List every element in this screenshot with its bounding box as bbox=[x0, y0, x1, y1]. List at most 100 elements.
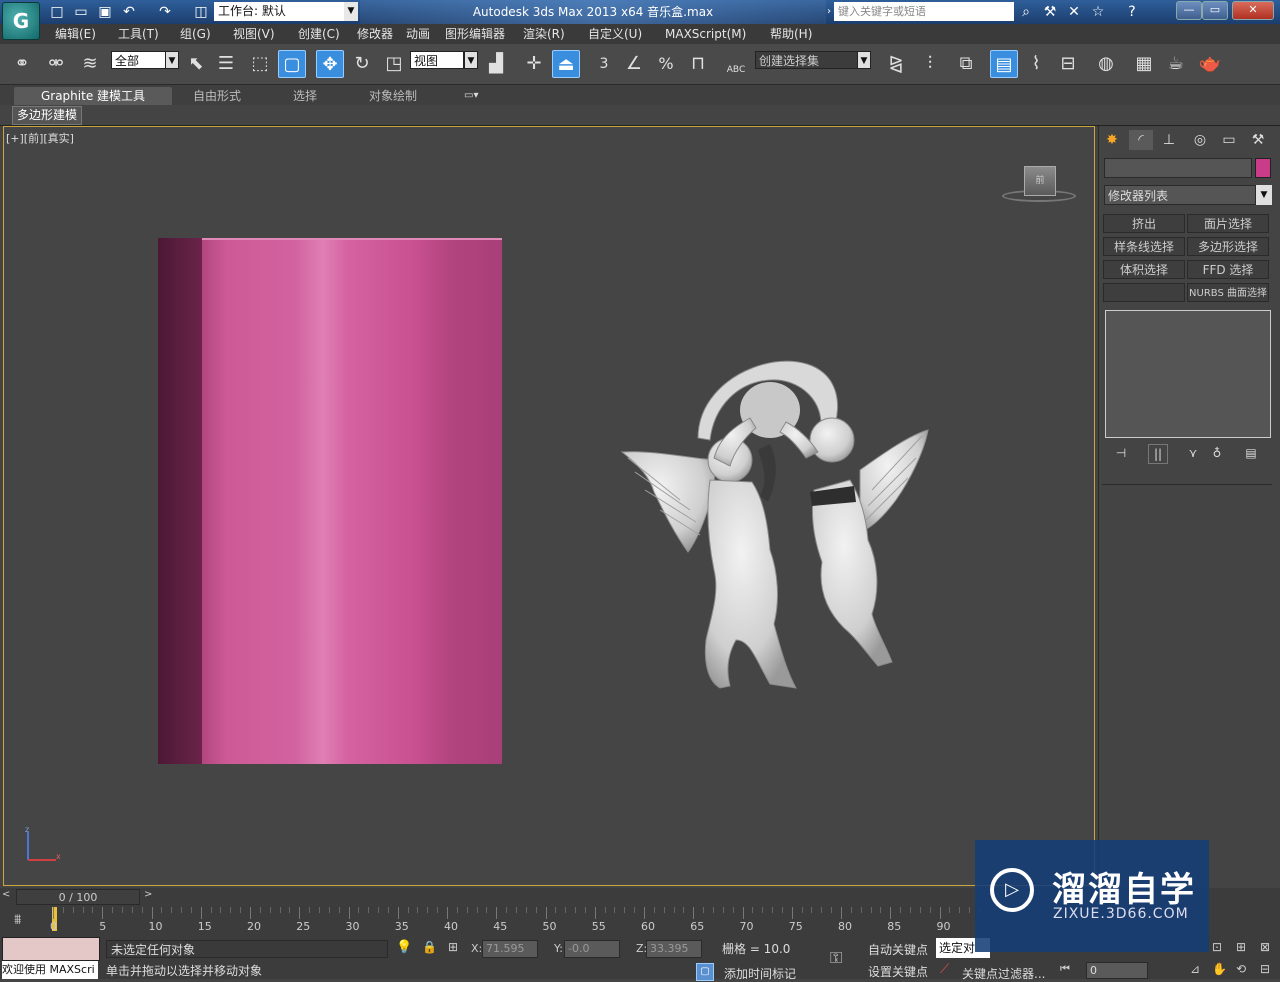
chevron-down-icon[interactable]: ▼ bbox=[165, 51, 179, 69]
menu-rendering[interactable]: 渲染(R) bbox=[523, 24, 565, 44]
poly-select-button[interactable]: 多边形选择 bbox=[1187, 237, 1269, 256]
key-icon[interactable]: ⚿ bbox=[830, 948, 842, 968]
chevron-right-icon[interactable]: > bbox=[144, 889, 152, 900]
menu-group[interactable]: 组(G) bbox=[180, 24, 211, 44]
remove-modifier-icon[interactable]: ♁ bbox=[1208, 444, 1226, 462]
z-coordinate-field[interactable]: 33.395 bbox=[646, 940, 702, 958]
exchange-icon[interactable]: ✕ bbox=[1064, 3, 1084, 21]
select-by-name-icon[interactable]: ☰ bbox=[212, 50, 240, 78]
keyboard-shortcut-override-icon[interactable]: ⏏ bbox=[552, 50, 580, 78]
menu-animation[interactable]: 动画 bbox=[406, 24, 430, 44]
help-icon[interactable]: ? bbox=[1122, 3, 1142, 21]
chevron-down-icon[interactable]: ▼ bbox=[464, 51, 478, 69]
viewport-label[interactable]: [+][前][真实] bbox=[6, 130, 74, 146]
ribbon-options-icon[interactable]: ▭▾ bbox=[464, 87, 478, 105]
spinner-snap-icon[interactable]: ⊓ bbox=[684, 50, 712, 78]
menu-help[interactable]: 帮助(H) bbox=[770, 24, 812, 44]
new-icon[interactable]: □ bbox=[48, 3, 66, 21]
add-time-tag[interactable]: 添加时间标记 bbox=[724, 965, 796, 982]
select-rotate-icon[interactable]: ↻ bbox=[348, 50, 376, 78]
menu-tools[interactable]: 工具(T) bbox=[118, 24, 159, 44]
tab-graphite-modeling[interactable]: Graphite 建模工具 bbox=[14, 87, 172, 105]
rendered-frame-icon[interactable]: ☕ bbox=[1162, 50, 1190, 78]
patch-select-button[interactable]: 面片选择 bbox=[1187, 214, 1269, 233]
reference-coordinate-dropdown[interactable]: 视图 bbox=[410, 51, 464, 69]
tab-object-paint[interactable]: 对象绘制 bbox=[369, 87, 417, 105]
chevron-down-icon[interactable]: ▼ bbox=[344, 2, 358, 21]
tab-freeform[interactable]: 自由形式 bbox=[193, 87, 241, 105]
hierarchy-tab-icon[interactable]: ⊥ bbox=[1157, 130, 1181, 150]
maximize-viewport-icon[interactable]: ⊠ bbox=[1260, 940, 1270, 954]
object-color-swatch[interactable] bbox=[1255, 158, 1271, 178]
selection-filter-dropdown[interactable]: 全部 bbox=[111, 51, 167, 69]
nurbs-surface-select-button[interactable]: NURBS 曲面选择 bbox=[1187, 283, 1269, 302]
manipulate-icon[interactable]: ✛ bbox=[520, 50, 548, 78]
binoculars-icon[interactable]: ⌕ bbox=[1016, 3, 1036, 21]
time-tag-icon[interactable]: ▢ bbox=[696, 963, 714, 981]
maximize-button[interactable]: ▭ bbox=[1202, 1, 1228, 20]
search-input[interactable]: 键入关键字或短语 bbox=[834, 2, 1014, 21]
make-unique-icon[interactable]: ⋎ bbox=[1184, 444, 1202, 462]
object-name-field[interactable] bbox=[1104, 158, 1252, 178]
lock-icon[interactable]: 🔒 bbox=[422, 940, 437, 954]
select-object-icon[interactable]: ⬉ bbox=[182, 50, 210, 78]
configure-sets-icon[interactable]: ▤ bbox=[1242, 444, 1260, 462]
pink-box-object[interactable] bbox=[158, 238, 502, 764]
ffd-select-button[interactable]: FFD 选择 bbox=[1187, 260, 1269, 279]
layer-manager-icon[interactable]: ⧉ bbox=[952, 50, 980, 78]
material-editor-icon[interactable]: ◍ bbox=[1092, 50, 1120, 78]
min-max-toggle-icon[interactable]: ⊟ bbox=[1260, 962, 1270, 976]
modifier-stack[interactable] bbox=[1105, 310, 1271, 438]
undo-icon[interactable]: ↶ bbox=[120, 3, 138, 21]
rectangular-selection-icon[interactable]: ⬚ bbox=[246, 50, 274, 78]
viewcube[interactable]: 前 bbox=[1024, 166, 1056, 196]
pin-stack-icon[interactable]: ⊣ bbox=[1112, 444, 1130, 462]
menu-edit[interactable]: 编辑(E) bbox=[55, 24, 96, 44]
tools-icon[interactable]: ⚒ bbox=[1040, 3, 1060, 21]
bind-space-warp-icon[interactable]: ≋ bbox=[76, 50, 104, 78]
window-crossing-icon[interactable]: ▢ bbox=[278, 50, 306, 78]
snap-toggle-icon[interactable]: 3 bbox=[590, 50, 618, 78]
tab-selection[interactable]: 选择 bbox=[293, 87, 317, 105]
graphite-toggle-icon[interactable]: ▤ bbox=[990, 50, 1018, 78]
open-icon[interactable]: ▭ bbox=[72, 3, 90, 21]
modifier-list-dropdown[interactable]: 修改器列表 bbox=[1104, 185, 1256, 205]
y-coordinate-field[interactable]: -0.0 bbox=[564, 940, 620, 958]
key-filters-button[interactable]: 关键点过滤器... bbox=[962, 965, 1045, 982]
schematic-view-icon[interactable]: ⊟ bbox=[1054, 50, 1082, 78]
set-key-button[interactable]: 设置关键点 bbox=[868, 963, 928, 980]
curve-editor-icon[interactable]: ⌇ bbox=[1022, 50, 1050, 78]
menu-customize[interactable]: 自定义(U) bbox=[588, 24, 642, 44]
link-icon[interactable]: ⚭ bbox=[8, 50, 36, 78]
chevron-left-icon[interactable]: < bbox=[2, 889, 10, 900]
extrude-button[interactable]: 挤出 bbox=[1103, 214, 1185, 233]
utilities-tab-icon[interactable]: ⚒ bbox=[1246, 130, 1270, 150]
go-to-start-icon[interactable]: ⏮ bbox=[1060, 962, 1070, 976]
empty-modifier-button[interactable] bbox=[1103, 283, 1185, 302]
project-icon[interactable]: ◫ bbox=[192, 3, 210, 21]
render-teapot-icon[interactable]: 🫖 bbox=[1196, 50, 1224, 78]
select-scale-icon[interactable]: ◳ bbox=[380, 50, 408, 78]
save-icon[interactable]: ▣ bbox=[96, 3, 114, 21]
x-coordinate-field[interactable]: 71.595 bbox=[482, 940, 538, 958]
motion-tab-icon[interactable]: ◎ bbox=[1188, 130, 1212, 150]
zoom-all-icon[interactable]: ⊞ bbox=[1236, 940, 1246, 954]
menu-maxscript[interactable]: MAXScript(M) bbox=[665, 24, 746, 44]
menu-views[interactable]: 视图(V) bbox=[233, 24, 275, 44]
render-setup-icon[interactable]: ▦ bbox=[1130, 50, 1158, 78]
volume-select-button[interactable]: 体积选择 bbox=[1103, 260, 1185, 279]
chevron-down-icon[interactable]: ▼ bbox=[857, 51, 871, 69]
absolute-mode-icon[interactable]: ⊞ bbox=[448, 940, 458, 954]
cherub-sculpture-object[interactable] bbox=[610, 340, 940, 700]
edit-named-selection-icon[interactable]: ABC bbox=[722, 50, 750, 78]
align-icon[interactable]: ⫶ bbox=[916, 50, 944, 78]
percent-snap-icon[interactable]: % bbox=[652, 50, 680, 78]
spline-select-button[interactable]: 样条线选择 bbox=[1103, 237, 1185, 256]
select-move-icon[interactable]: ✥ bbox=[316, 50, 344, 78]
current-frame-field[interactable]: 0 bbox=[1086, 962, 1148, 979]
isolate-icon[interactable]: 💡 bbox=[396, 940, 412, 955]
unlink-icon[interactable]: ⚮ bbox=[42, 50, 70, 78]
close-button[interactable]: ✕ bbox=[1232, 1, 1274, 20]
orbit-icon[interactable]: ⟲ bbox=[1236, 962, 1246, 976]
field-of-view-icon[interactable]: ⊿ bbox=[1190, 962, 1200, 976]
